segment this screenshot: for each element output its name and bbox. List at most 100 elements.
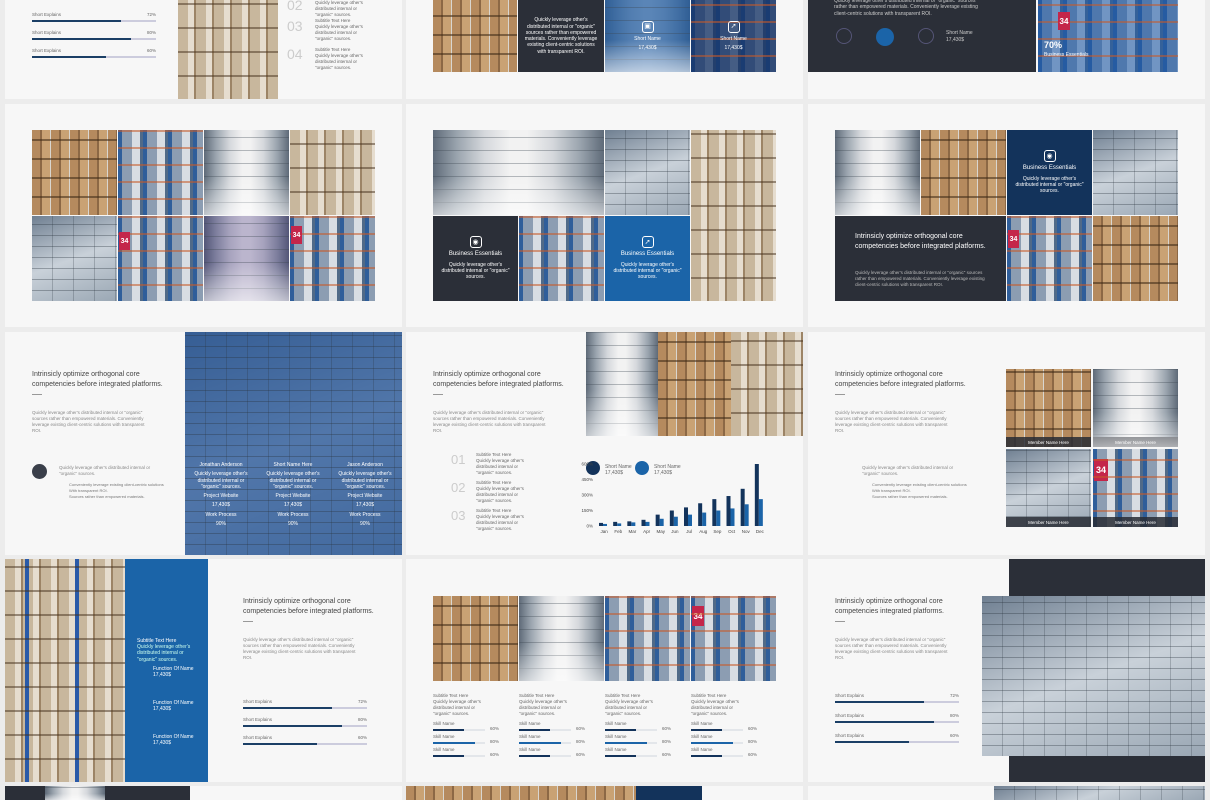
body-text: Quickly leverage other's distributed int… (59, 465, 151, 477)
slide-thumbnail[interactable]: 34 Subtitle Text Here Quickly leverage ot… (406, 559, 803, 782)
progress-track (243, 725, 367, 727)
column-title: Jason Anderson (347, 462, 383, 468)
bar (659, 518, 664, 526)
progress-row: Short Explains 80% (835, 713, 959, 723)
progress-row: Short Explains 60% (32, 48, 156, 58)
skill-row: Skill Name 60% (433, 747, 499, 757)
warehouse-photo (605, 130, 690, 215)
body-text: Quickly leverage other's distributed int… (32, 410, 145, 434)
slide-thumbnail[interactable]: ◉ Business Essentials Quickly leverage o… (808, 104, 1205, 327)
slide-thumbnail[interactable]: Intrinsicly optimize orthogonal core com… (808, 559, 1205, 782)
progress-fill (32, 56, 107, 58)
slide-thumbnail[interactable]: 02 03 04 Quickly leverage other's distri… (5, 0, 402, 99)
rocket-icon: ➚ (727, 20, 740, 33)
step-number: 01 (451, 452, 466, 467)
step-text: Quickly leverage other's distributed int… (315, 24, 363, 42)
divider (433, 394, 443, 395)
stat-value: 17,430$ (355, 502, 375, 509)
progress-fill (835, 701, 925, 703)
step-text: Quickly leverage other's distributed int… (476, 514, 524, 532)
warehouse-photo (1093, 216, 1178, 301)
step-text: Quickly leverage other's distributed int… (315, 0, 363, 18)
progress-label: Short Explains (835, 693, 865, 698)
slide-thumbnail[interactable]: 34 34 (5, 104, 402, 327)
member-name: Member Name Here (1006, 517, 1091, 527)
slide-thumbnail[interactable]: Intrinsicly optimize orthogonal core com… (808, 332, 1205, 555)
aisle-sign: 34 (1008, 230, 1019, 248)
column-text: Quickly leverage other's distributed int… (266, 471, 320, 490)
skill-track (691, 755, 743, 757)
bar (754, 464, 759, 526)
stat-value: 17,430$ (153, 740, 172, 746)
progress-fill (243, 725, 343, 727)
divider (835, 394, 845, 395)
column-text: Quickly leverage other's distributed int… (194, 471, 248, 490)
progress-percent: 60% (146, 48, 156, 53)
slide-thumbnail[interactable] (406, 786, 803, 800)
x-tick-label: May (656, 529, 665, 534)
skill-percent: 60% (575, 752, 585, 757)
slide-thumbnail[interactable]: Quickly leverage other's distributed int… (808, 0, 1205, 99)
bar (716, 510, 721, 526)
bar (744, 504, 749, 526)
info-card: ◉ Business Essentials Quickly leverage o… (1007, 130, 1092, 215)
percent-text: Business Essentials (1044, 52, 1089, 58)
progress-label: Short Explains (32, 12, 62, 17)
step-text: Quickly leverage other's distributed int… (476, 458, 524, 476)
skill-label: Skill Name (433, 721, 455, 726)
warehouse-photo (1038, 0, 1178, 72)
body-text: Quickly leverage other's distributed int… (835, 410, 948, 434)
headline: Intrinsicly optimize orthogonal core com… (243, 598, 374, 616)
body-text: Quickly leverage other's distributed int… (855, 270, 985, 288)
progress-track (32, 56, 156, 58)
skill-track (519, 742, 571, 744)
skill-fill (691, 729, 723, 731)
bar (698, 503, 703, 526)
team-photo: 34 Member Name Here (1093, 449, 1178, 527)
progress-fill (32, 20, 122, 22)
skill-fill (433, 729, 465, 731)
bar (617, 523, 622, 526)
slide-thumbnail[interactable]: Intrinsicly optimize orthogonal core com… (5, 332, 402, 555)
slide-thumbnail[interactable]: ◉ Business Essentials Quickly leverage o… (406, 104, 803, 327)
skill-fill (519, 729, 551, 731)
slide-thumbnail[interactable]: Intrinsicly optimize orthogonal core com… (406, 332, 803, 555)
x-tick-label: Sep (713, 529, 722, 534)
warehouse-photo (519, 216, 604, 301)
column-text: Quickly leverage other's distributed int… (338, 471, 392, 490)
skill-row: Skill Name 60% (519, 721, 585, 731)
stat-label: Short Name (634, 35, 661, 42)
team-column: Jonathan Anderson Quickly leverage other'… (185, 462, 257, 527)
y-tick-label: 0% (586, 524, 593, 529)
skill-track (605, 742, 657, 744)
warehouse-photo (433, 0, 517, 72)
gift-icon (918, 28, 934, 44)
skill-percent: 60% (747, 752, 757, 757)
slide-thumbnail[interactable] (808, 786, 1205, 800)
bullet-dot-icon (32, 464, 47, 479)
bar (726, 496, 731, 526)
step-number: 04 (287, 46, 303, 62)
progress-row: Short Explains 80% (32, 30, 156, 40)
stat-label: Project Website (275, 493, 311, 499)
aisle-sign: 34 (119, 232, 130, 250)
stat-label: Short Name (720, 35, 747, 42)
slide-thumbnail[interactable]: Subtitle Text Here Quickly leverage othe… (5, 559, 402, 782)
progress-row: Short Explains 72% (243, 699, 367, 709)
bar (712, 499, 717, 526)
headline: Intrinsicly optimize orthogonal core com… (835, 371, 966, 389)
bar (641, 519, 646, 526)
info-card: ◉ Business Essentials Quickly leverage o… (433, 216, 518, 301)
skill-row: Skill Name 60% (691, 747, 757, 757)
dark-panel (835, 216, 1006, 301)
slide-thumbnail[interactable]: Quickly leverage other's distributed int… (406, 0, 803, 99)
progress-label: Short Explains (32, 48, 62, 53)
slide-thumbnail[interactable] (5, 786, 402, 800)
progress-label: Short Explains (835, 713, 865, 718)
step-number: 03 (451, 508, 466, 523)
warehouse-photo (290, 130, 375, 215)
progress-row: Short Explains 80% (243, 717, 367, 727)
warehouse-photo (691, 130, 776, 301)
card-body: Quickly leverage other's distributed int… (1015, 175, 1084, 195)
link-icon (836, 28, 852, 44)
